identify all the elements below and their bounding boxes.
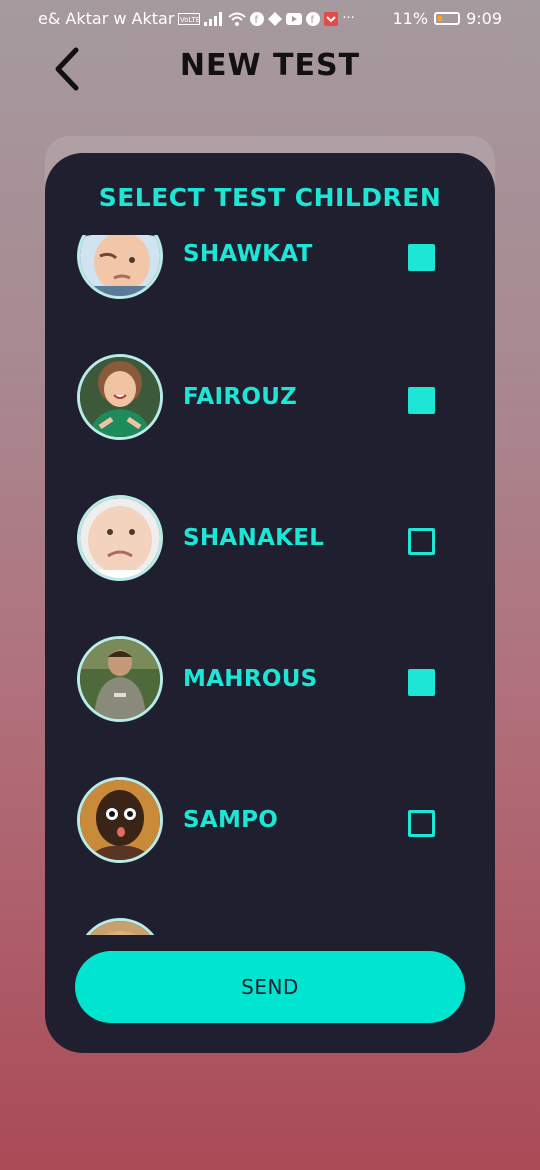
- status-icons: VoLTE f f ···: [178, 11, 355, 26]
- child-photo-mahrous: [80, 639, 160, 719]
- child-row-fairouz[interactable]: FAIROUZ: [45, 354, 495, 454]
- status-right: 11% 9:09: [393, 9, 503, 28]
- child-row-shanakel[interactable]: SHANAKEL: [45, 495, 495, 595]
- child-photo-sampo: [80, 780, 160, 860]
- wifi-icon: [228, 12, 247, 26]
- page-title: NEW TEST: [179, 48, 361, 83]
- child-checkbox[interactable]: [408, 810, 435, 837]
- avatar: [77, 918, 163, 935]
- svg-text:VoLTE: VoLTE: [180, 16, 200, 24]
- app-icon: [268, 11, 283, 26]
- child-name: MAHROUS: [183, 666, 318, 692]
- avatar: [77, 636, 163, 722]
- svg-text:f: f: [255, 15, 259, 26]
- svg-text:f: f: [311, 15, 315, 26]
- children-list[interactable]: SHAWKAT FAIROUZ SHANAKEL MAHROUS SAMPO: [45, 235, 495, 935]
- youtube-icon: [286, 12, 303, 25]
- volte-icon: VoLTE: [178, 12, 201, 25]
- card-title: SELECT TEST CHILDREN: [98, 183, 442, 212]
- avatar: [77, 495, 163, 581]
- select-children-card: SELECT TEST CHILDREN SHAWKAT FAIROUZ SHA…: [45, 153, 495, 1053]
- child-checkbox[interactable]: [408, 528, 435, 555]
- avatar: [77, 777, 163, 863]
- avatar: [77, 354, 163, 440]
- child-row-shawkat[interactable]: SHAWKAT: [45, 235, 495, 313]
- child-name: FAIROUZ: [183, 384, 298, 410]
- shop-icon: [324, 11, 339, 26]
- child-checkbox[interactable]: [408, 244, 435, 271]
- carrier-label: e& Aktar w Aktar: [38, 9, 175, 28]
- child-photo-fairouz: [80, 357, 160, 437]
- child-checkbox[interactable]: [408, 387, 435, 414]
- child-photo-shawkat: [80, 235, 160, 296]
- child-row-partial[interactable]: [45, 918, 495, 935]
- more-icon: ···: [342, 11, 355, 26]
- child-checkbox[interactable]: [408, 669, 435, 696]
- clock: 9:09: [466, 9, 502, 28]
- status-left: e& Aktar w Aktar VoLTE f f ···: [38, 9, 355, 28]
- child-name: SHAWKAT: [183, 241, 313, 267]
- avatar: [77, 235, 163, 299]
- child-photo-shanakel: [80, 498, 160, 578]
- child-row-sampo[interactable]: SAMPO: [45, 777, 495, 877]
- send-button[interactable]: SEND: [75, 951, 465, 1023]
- signal-icon: [204, 11, 223, 26]
- facebook-icon: f: [250, 11, 265, 26]
- child-name: SAMPO: [183, 807, 279, 833]
- child-photo-partial: [80, 921, 160, 935]
- facebook-icon-2: f: [306, 11, 321, 26]
- child-name: SHANAKEL: [183, 525, 325, 551]
- status-bar: e& Aktar w Aktar VoLTE f f ··· 11% 9:09: [0, 0, 540, 38]
- battery-icon: [434, 12, 461, 25]
- battery-percent: 11%: [392, 9, 429, 28]
- child-row-mahrous[interactable]: MAHROUS: [45, 636, 495, 736]
